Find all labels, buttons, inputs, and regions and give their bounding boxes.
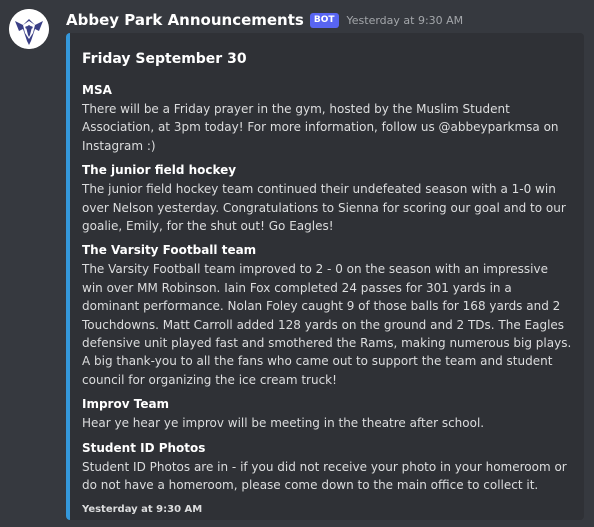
field-value: Student ID Photos are in - if you did no… bbox=[82, 459, 567, 493]
username[interactable]: Abbey Park Announcements bbox=[66, 11, 304, 29]
avatar[interactable] bbox=[9, 9, 49, 49]
field-name: Improv Team bbox=[82, 397, 170, 412]
embed-title: Friday September 30 bbox=[82, 51, 247, 67]
field-name: MSA bbox=[82, 83, 112, 97]
embed-footer-timestamp: Yesterday at 9:30 AM bbox=[82, 503, 203, 515]
bot-badge: BOT bbox=[309, 12, 339, 28]
field-name: The Varsity Football team bbox=[82, 243, 257, 258]
announcement-embed: Friday September 30 MSA There will be a … bbox=[66, 33, 584, 520]
field-value: Hear ye hear ye improv will be meeting i… bbox=[82, 416, 485, 431]
embed-field-varsity-football: The Varsity Football team The Varsity Fo… bbox=[82, 242, 572, 389]
field-value: The junior field hockey team continued t… bbox=[82, 182, 566, 234]
message-timestamp[interactable]: Yesterday at 9:30 AM bbox=[347, 14, 464, 27]
field-name: Student ID Photos bbox=[82, 440, 206, 455]
field-value: The Varsity Football team improved to 2 … bbox=[82, 262, 572, 387]
field-name: The junior field hockey bbox=[82, 163, 237, 178]
message-header: Abbey Park Announcements BOT Yesterday a… bbox=[66, 11, 463, 29]
field-value: There will be a Friday prayer in the gym… bbox=[82, 102, 559, 153]
eagle-logo-icon bbox=[9, 9, 49, 49]
embed-field-msa: MSA There will be a Friday prayer in the… bbox=[82, 82, 572, 155]
embed-field-student-id-photos: Student ID Photos Student ID Photos are … bbox=[82, 440, 572, 495]
embed-field-improv-team: Improv Team Hear ye hear ye improv will … bbox=[82, 396, 572, 432]
embed-field-junior-field-hockey: The junior field hockey The junior field… bbox=[82, 162, 572, 235]
